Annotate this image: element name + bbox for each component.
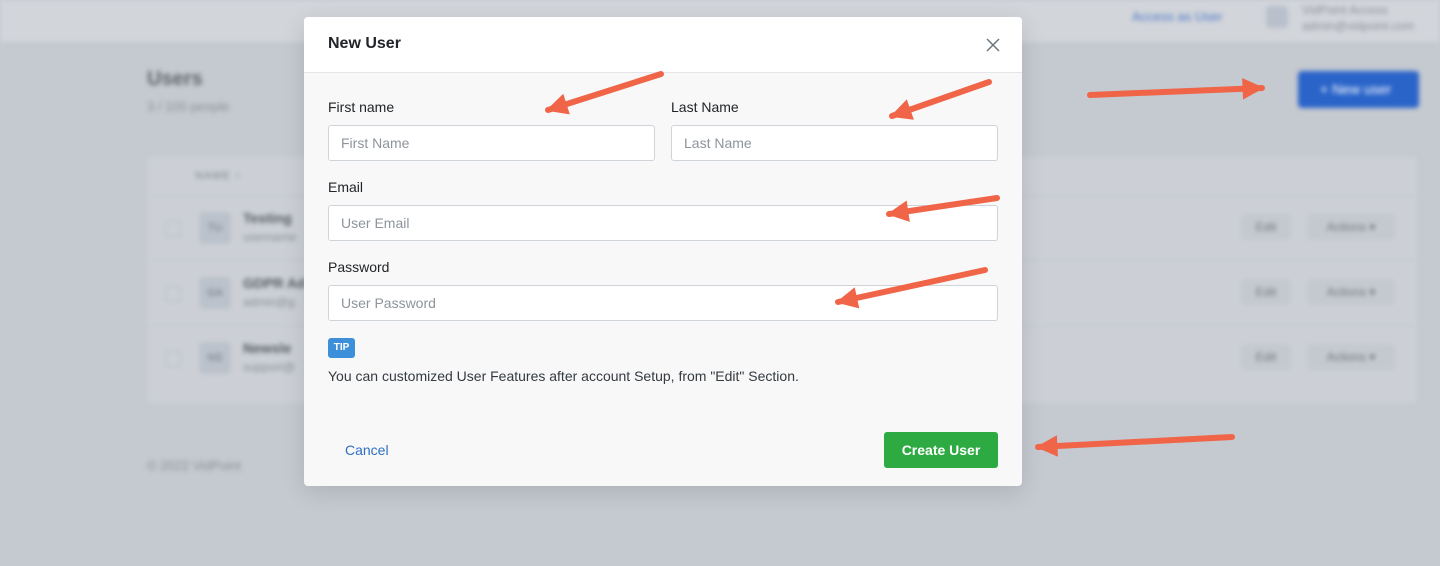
row-name: Testing	[243, 210, 292, 226]
row-actions-button[interactable]: Actions ▾	[1307, 344, 1395, 370]
page-title: Users	[147, 68, 203, 90]
row-email: admin@g	[243, 295, 295, 309]
row-name: GDPR Ad	[243, 275, 306, 291]
avatar[interactable]	[1266, 6, 1288, 28]
tip-badge: TIP	[328, 338, 355, 358]
first-name-input[interactable]	[328, 125, 655, 161]
modal-title: New User	[328, 35, 401, 52]
last-name-label: Last Name	[671, 99, 739, 115]
new-user-modal: New User First name Last Name Email Pass…	[304, 17, 1022, 486]
password-field[interactable]	[328, 285, 998, 321]
row-avatar: TU	[199, 212, 231, 244]
row-email: support@	[243, 360, 296, 374]
new-user-button[interactable]: + New user	[1298, 71, 1419, 108]
last-name-input[interactable]	[671, 125, 998, 161]
row-actions-button[interactable]: Actions ▾	[1307, 279, 1395, 305]
email-field[interactable]	[328, 205, 998, 241]
password-label: Password	[328, 259, 390, 275]
row-actions-button[interactable]: Actions ▾	[1307, 214, 1395, 240]
row-avatar: GA	[199, 277, 231, 309]
tip-text: You can customized User Features after a…	[328, 368, 799, 384]
row-avatar: NS	[199, 342, 231, 374]
row-name: Newsle	[243, 340, 292, 356]
cancel-button[interactable]: Cancel	[345, 442, 389, 458]
modal-header: New User	[304, 17, 1022, 73]
row-checkbox[interactable]	[165, 351, 181, 367]
row-checkbox[interactable]	[165, 221, 181, 237]
row-checkbox[interactable]	[165, 286, 181, 302]
row-edit-button[interactable]: Edit	[1241, 344, 1291, 370]
page-subtitle: 3 / 100 people	[147, 99, 230, 114]
footer-copyright: © 2022 VidPoint	[147, 458, 241, 473]
row-email: username	[243, 230, 297, 244]
column-header-name[interactable]: NAME ↑	[195, 170, 241, 182]
email-label: Email	[328, 179, 364, 195]
account-email: admin@vidpoint.com	[1302, 19, 1415, 33]
account-name: VidPoint Access	[1302, 3, 1388, 17]
row-edit-button[interactable]: Edit	[1241, 214, 1291, 240]
row-edit-button[interactable]: Edit	[1241, 279, 1291, 305]
close-icon[interactable]	[985, 37, 1001, 53]
first-name-label: First name	[328, 99, 395, 115]
create-user-button[interactable]: Create User	[884, 432, 998, 468]
access-as-user-link[interactable]: Access as User	[1132, 9, 1222, 24]
